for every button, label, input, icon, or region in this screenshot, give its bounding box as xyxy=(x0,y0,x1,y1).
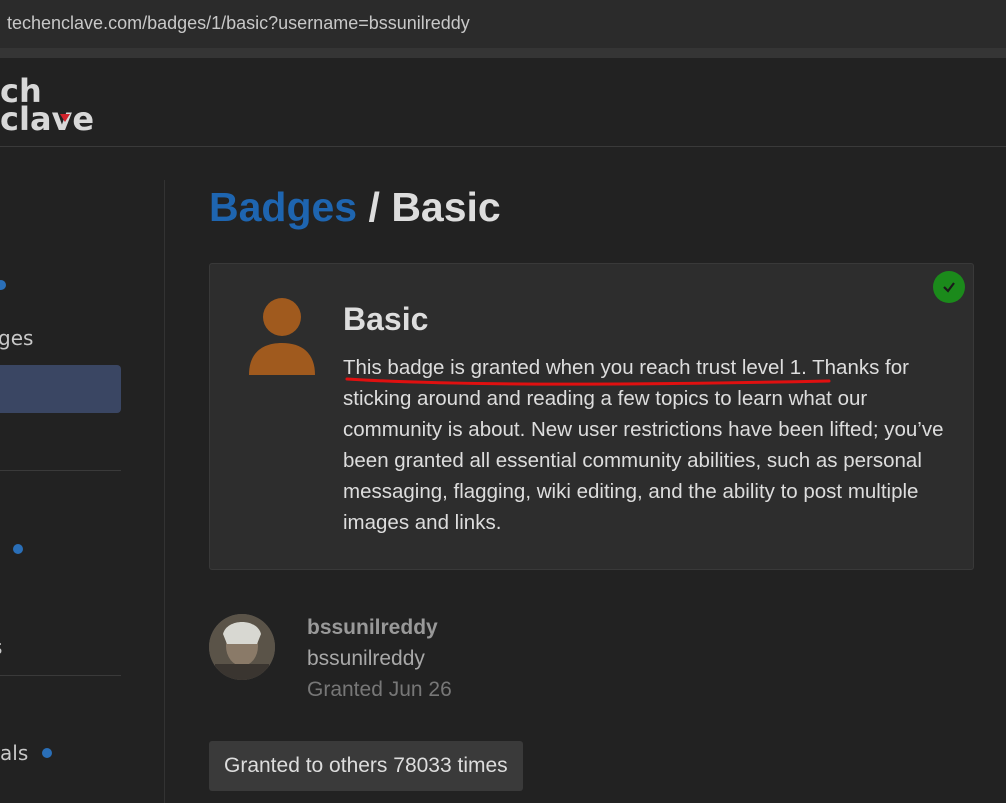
sidebar-divider xyxy=(0,470,121,471)
sidebar: ges s als xyxy=(0,180,165,803)
unread-dot-icon xyxy=(42,748,52,758)
badge-name: Basic xyxy=(343,301,429,337)
sidebar-item-active[interactable] xyxy=(0,365,121,413)
granted-check-icon xyxy=(933,271,965,303)
sidebar-item-partial[interactable]: s xyxy=(0,635,2,659)
user-name[interactable]: bssunilreddy xyxy=(307,616,438,640)
sidebar-item-partial-als[interactable]: als xyxy=(0,741,28,765)
breadcrumb-separator: / xyxy=(368,184,380,230)
sidebar-item-badges[interactable]: ges xyxy=(0,326,33,350)
badge-card: Basic This badge is granted when you rea… xyxy=(209,263,974,570)
unread-dot-icon xyxy=(13,544,23,554)
red-underline-annotation xyxy=(345,377,831,386)
breadcrumb-current: Basic xyxy=(391,184,501,230)
user-handle: bssunilreddy xyxy=(307,647,425,670)
granted-date: Granted Jun 26 xyxy=(307,678,452,701)
site-logo[interactable]: ch clave xyxy=(0,72,120,134)
url-text[interactable]: techenclave.com/badges/1/basic?username=… xyxy=(7,13,470,34)
granted-to-others-button[interactable]: Granted to others 78033 times xyxy=(209,741,523,791)
sidebar-divider xyxy=(0,675,121,676)
unread-dot-icon xyxy=(0,280,6,290)
breadcrumb-badges-link[interactable]: Badges xyxy=(209,184,357,230)
address-bar[interactable]: techenclave.com/badges/1/basic?username=… xyxy=(0,0,1006,58)
logo-line2: clave xyxy=(0,100,94,134)
avatar[interactable] xyxy=(209,614,275,680)
page-title: Badges / Basic xyxy=(209,184,501,231)
site-header: ch clave xyxy=(0,58,1006,147)
user-badge-icon xyxy=(249,298,315,375)
